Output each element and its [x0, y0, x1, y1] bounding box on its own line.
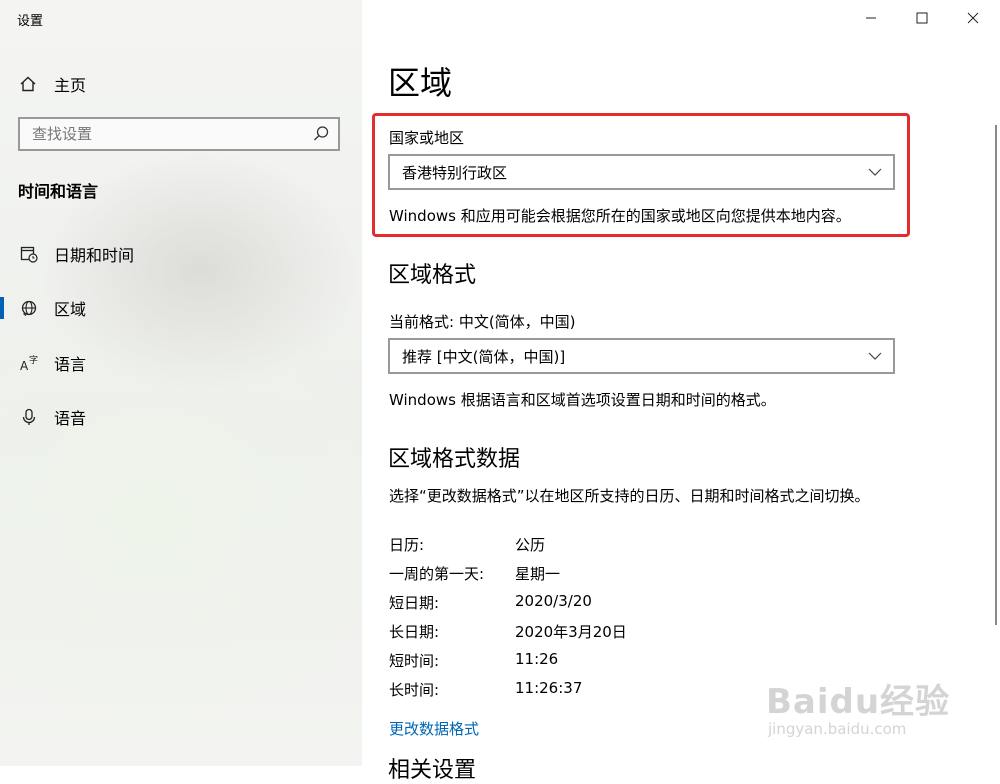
- format-dropdown[interactable]: 推荐 [中文(简体，中国)]: [388, 338, 895, 374]
- format-description: Windows 根据语言和区域首选项设置日期和时间的格式。: [389, 391, 776, 409]
- data-key: 短时间:: [389, 652, 440, 670]
- data-description: 选择“更改数据格式”以在地区所支持的日历、日期和时间格式之间切换。: [389, 487, 870, 505]
- data-value: 公历: [515, 536, 546, 554]
- country-value: 香港特别行政区: [402, 163, 508, 182]
- data-key: 长时间:: [389, 681, 440, 699]
- data-value: 2020年3月20日: [515, 623, 627, 641]
- data-value: 2020/3/20: [515, 592, 592, 610]
- data-value: 星期一: [515, 565, 561, 583]
- data-key: 长日期:: [389, 623, 440, 641]
- microphone-icon: [18, 406, 40, 428]
- section-title: 时间和语言: [18, 182, 99, 201]
- data-value: 11:26:37: [515, 679, 583, 697]
- sidebar-item-region[interactable]: 区域: [0, 288, 362, 328]
- search-icon[interactable]: [312, 125, 330, 147]
- sidebar-item-speech[interactable]: 语音: [0, 397, 362, 437]
- related-settings-heading: 相关设置: [388, 758, 477, 783]
- scrollbar[interactable]: [995, 125, 997, 625]
- home-link[interactable]: 主页: [18, 72, 86, 96]
- current-format-label: 当前格式: 中文(简体，中国): [389, 313, 576, 331]
- data-row-first-day: 一周的第一天: 星期一: [389, 563, 560, 584]
- sidebar-item-label: 区域: [54, 300, 87, 319]
- home-label: 主页: [54, 76, 87, 95]
- svg-text:字: 字: [29, 354, 38, 366]
- sidebar-item-label: 日期和时间: [54, 246, 135, 265]
- data-row-short-time: 短时间: 11:26: [389, 650, 558, 671]
- globe-icon: [18, 297, 40, 319]
- sidebar-item-language[interactable]: A字 语言: [0, 343, 362, 383]
- main-content: 区域 国家或地区 香港特别行政区 Windows 和应用可能会根据您所在的国家或…: [362, 0, 1000, 783]
- search-box[interactable]: [18, 117, 340, 151]
- sidebar-item-label: 语言: [54, 355, 87, 374]
- svg-text:A: A: [20, 359, 29, 373]
- sidebar: 设置 主页 时间和语言 日期和时间 区域 A字 语言 语音: [0, 0, 362, 766]
- data-row-calendar: 日历: 公历: [389, 534, 545, 555]
- data-row-short-date: 短日期: 2020/3/20: [389, 592, 592, 613]
- app-title: 设置: [17, 14, 44, 29]
- format-heading: 区域格式: [388, 263, 477, 288]
- country-dropdown[interactable]: 香港特别行政区: [388, 154, 895, 190]
- change-data-format-link[interactable]: 更改数据格式: [389, 718, 479, 739]
- data-row-long-date: 长日期: 2020年3月20日: [389, 621, 627, 642]
- data-key: 一周的第一天:: [389, 565, 485, 583]
- data-key: 日历:: [389, 536, 425, 554]
- data-heading: 区域格式数据: [388, 447, 521, 472]
- format-value: 推荐 [中文(简体，中国)]: [402, 347, 566, 366]
- data-row-long-time: 长时间: 11:26:37: [389, 679, 582, 700]
- country-label: 国家或地区: [389, 129, 465, 147]
- sidebar-item-date-time[interactable]: 日期和时间: [0, 234, 362, 274]
- chevron-down-icon: [867, 348, 883, 368]
- data-key: 短日期:: [389, 594, 440, 612]
- calendar-clock-icon: [18, 243, 40, 265]
- search-input[interactable]: [20, 124, 314, 144]
- sidebar-item-label: 语音: [54, 409, 87, 428]
- language-icon: A字: [18, 352, 40, 374]
- chevron-down-icon: [867, 164, 883, 184]
- home-icon: [18, 74, 38, 94]
- country-description: Windows 和应用可能会根据您所在的国家或地区向您提供本地内容。: [389, 207, 851, 225]
- page-title: 区域: [388, 64, 453, 102]
- data-value: 11:26: [515, 650, 559, 668]
